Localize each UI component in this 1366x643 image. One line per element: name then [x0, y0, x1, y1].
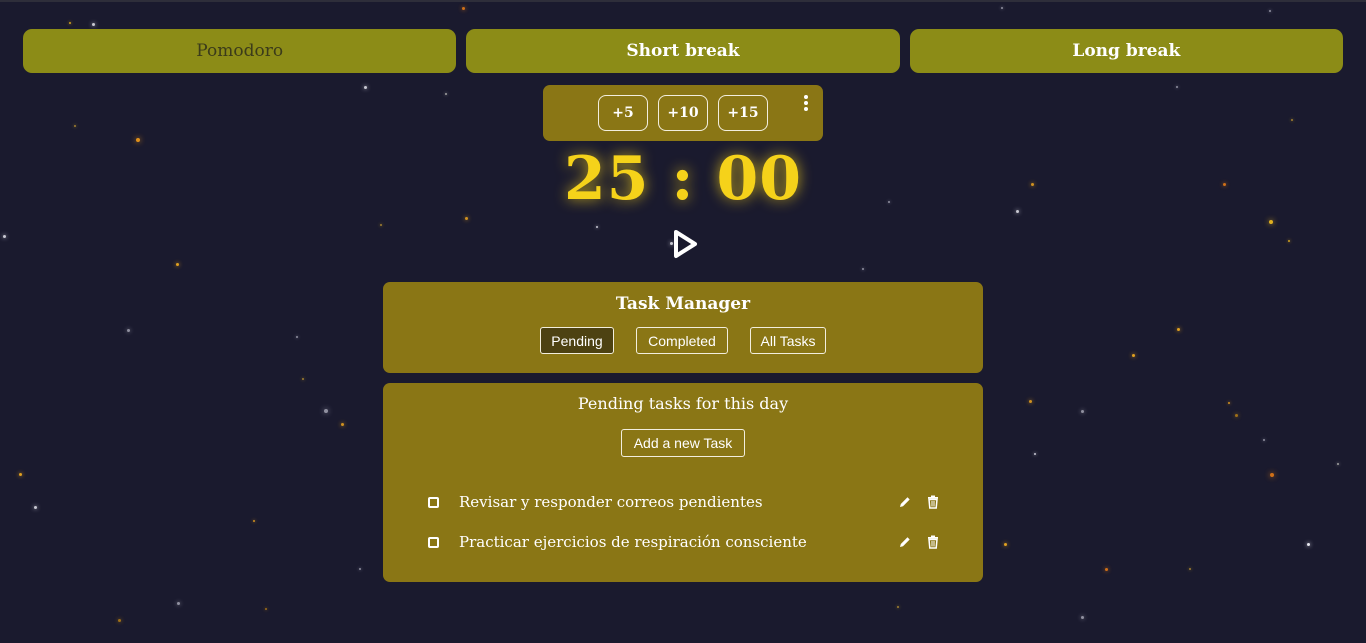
trash-icon[interactable] — [926, 535, 940, 549]
play-icon[interactable] — [671, 228, 699, 260]
task-label: Revisar y responder correos pendientes — [459, 493, 763, 511]
add-task-button[interactable]: Add a new Task — [621, 429, 745, 457]
short-break-button[interactable]: Short break — [466, 29, 900, 73]
trash-icon[interactable] — [926, 495, 940, 509]
add-10-button[interactable]: +10 — [658, 95, 708, 131]
checkbox-icon[interactable] — [428, 496, 439, 508]
checkbox-icon[interactable] — [428, 536, 439, 548]
edit-icon[interactable] — [898, 535, 912, 549]
tab-pending[interactable]: Pending — [540, 327, 614, 354]
task-manager-panel: Task Manager Pending Completed All Tasks — [383, 282, 983, 373]
tab-all-tasks[interactable]: All Tasks — [750, 327, 826, 354]
edit-icon[interactable] — [898, 495, 912, 509]
task-label: Practicar ejercicios de respiración cons… — [459, 533, 807, 551]
timer-display: 25 : 00 — [564, 144, 802, 214]
pending-tasks-panel: Pending tasks for this day Add a new Tas… — [383, 383, 983, 582]
task-item: Revisar y responder correos pendientes — [428, 490, 940, 514]
time-adder-panel: +5 +10 +15 — [543, 85, 823, 141]
pomodoro-button[interactable]: Pomodoro — [23, 29, 457, 73]
pending-tasks-title: Pending tasks for this day — [577, 394, 789, 413]
add-15-button[interactable]: +15 — [718, 95, 768, 131]
add-5-button[interactable]: +5 — [598, 95, 648, 131]
long-break-button[interactable]: Long break — [909, 29, 1343, 73]
tab-completed[interactable]: Completed — [636, 327, 728, 354]
task-item: Practicar ejercicios de respiración cons… — [428, 530, 940, 554]
more-vertical-icon[interactable] — [803, 95, 809, 113]
mode-selector: Pomodoro Short break Long break — [23, 29, 1343, 73]
task-manager-title: Task Manager — [615, 294, 751, 314]
